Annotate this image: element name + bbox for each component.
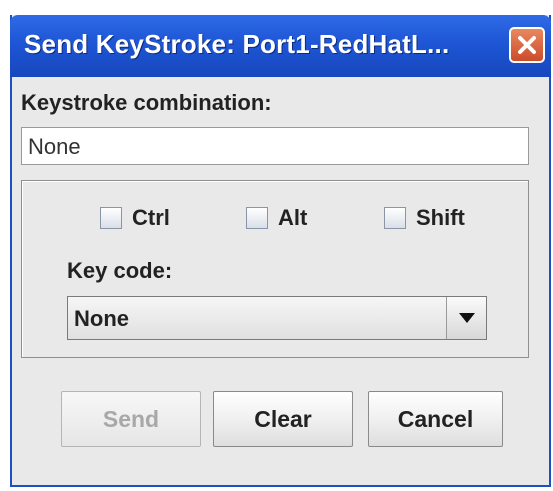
alt-label: Alt (278, 205, 308, 230)
key-code-label: Key code: (67, 258, 173, 283)
ctrl-checkbox-box[interactable] (100, 207, 122, 229)
clear-button[interactable]: Clear (213, 391, 353, 447)
keystroke-combination-label: Keystroke combination: (21, 90, 272, 115)
keystroke-combination-field[interactable]: None (21, 127, 529, 165)
shift-checkbox[interactable]: Shift (384, 205, 465, 231)
window-title: Send KeyStroke: Port1-RedHatL... (24, 29, 450, 59)
alt-checkbox-box[interactable] (246, 207, 268, 229)
title-bar[interactable]: Send KeyStroke: Port1-RedHatL... (10, 15, 551, 77)
chevron-down-icon (459, 313, 475, 323)
key-code-dropdown-button[interactable] (446, 297, 486, 339)
key-code-select[interactable]: None (67, 296, 487, 340)
shift-label: Shift (416, 205, 465, 230)
shift-checkbox-box[interactable] (384, 207, 406, 229)
ctrl-label: Ctrl (132, 205, 170, 230)
ctrl-checkbox[interactable]: Ctrl (100, 205, 170, 231)
key-code-value: None (74, 306, 129, 331)
send-button[interactable]: Send (61, 391, 201, 447)
close-button[interactable] (509, 27, 545, 63)
alt-checkbox[interactable]: Alt (246, 205, 307, 231)
close-icon (518, 36, 536, 54)
cancel-button[interactable]: Cancel (368, 391, 503, 447)
